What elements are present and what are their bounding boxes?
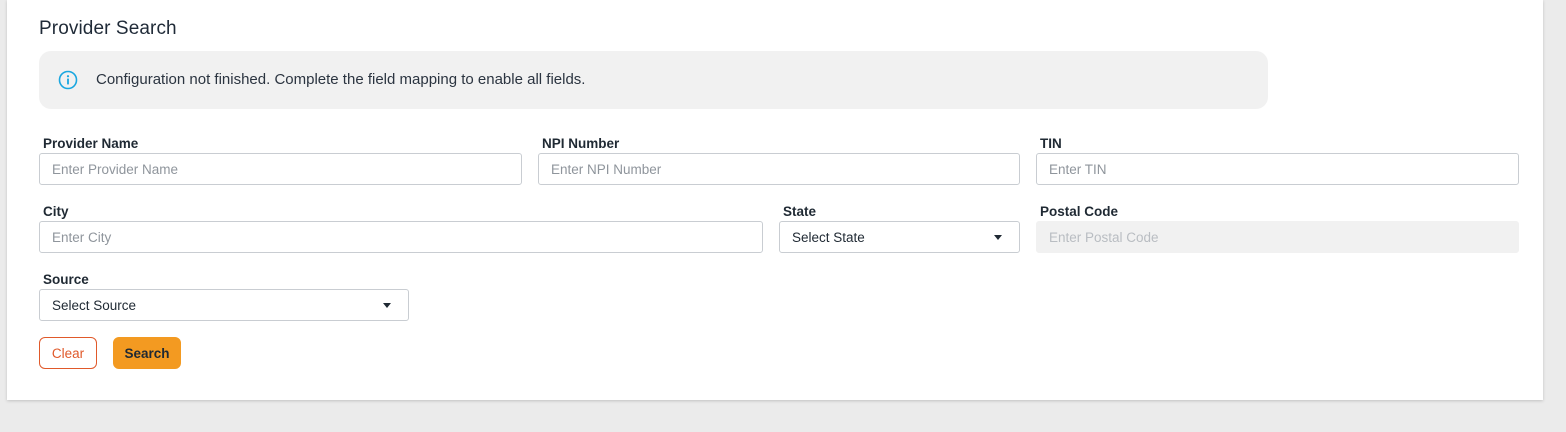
npi-number-label: NPI Number <box>542 136 620 151</box>
caret-down-icon <box>994 235 1002 240</box>
banner-message: Configuration not finished. Complete the… <box>96 71 586 88</box>
provider-search-card: Provider Search Configuration not finish… <box>7 0 1543 400</box>
caret-down-icon <box>383 303 391 308</box>
state-label: State <box>783 204 817 219</box>
clear-button[interactable]: Clear <box>39 337 97 369</box>
provider-name-input[interactable] <box>39 153 522 185</box>
state-select[interactable]: Select State <box>779 221 1020 253</box>
page-title: Provider Search <box>39 18 177 39</box>
postal-code-label: Postal Code <box>1040 204 1119 219</box>
tin-label: TIN <box>1040 136 1062 151</box>
provider-name-label: Provider Name <box>43 136 139 151</box>
city-input[interactable] <box>39 221 763 253</box>
npi-number-input[interactable] <box>538 153 1020 185</box>
config-warning-banner: Configuration not finished. Complete the… <box>39 51 1268 109</box>
source-label: Source <box>43 272 89 287</box>
search-button[interactable]: Search <box>113 337 181 369</box>
city-label: City <box>43 204 69 219</box>
postal-code-input <box>1036 221 1519 253</box>
source-select-value: Select Source <box>52 298 137 313</box>
source-select[interactable]: Select Source <box>39 289 409 321</box>
info-circle-icon <box>58 70 78 90</box>
tin-input[interactable] <box>1036 153 1519 185</box>
state-select-value: Select State <box>792 230 865 245</box>
